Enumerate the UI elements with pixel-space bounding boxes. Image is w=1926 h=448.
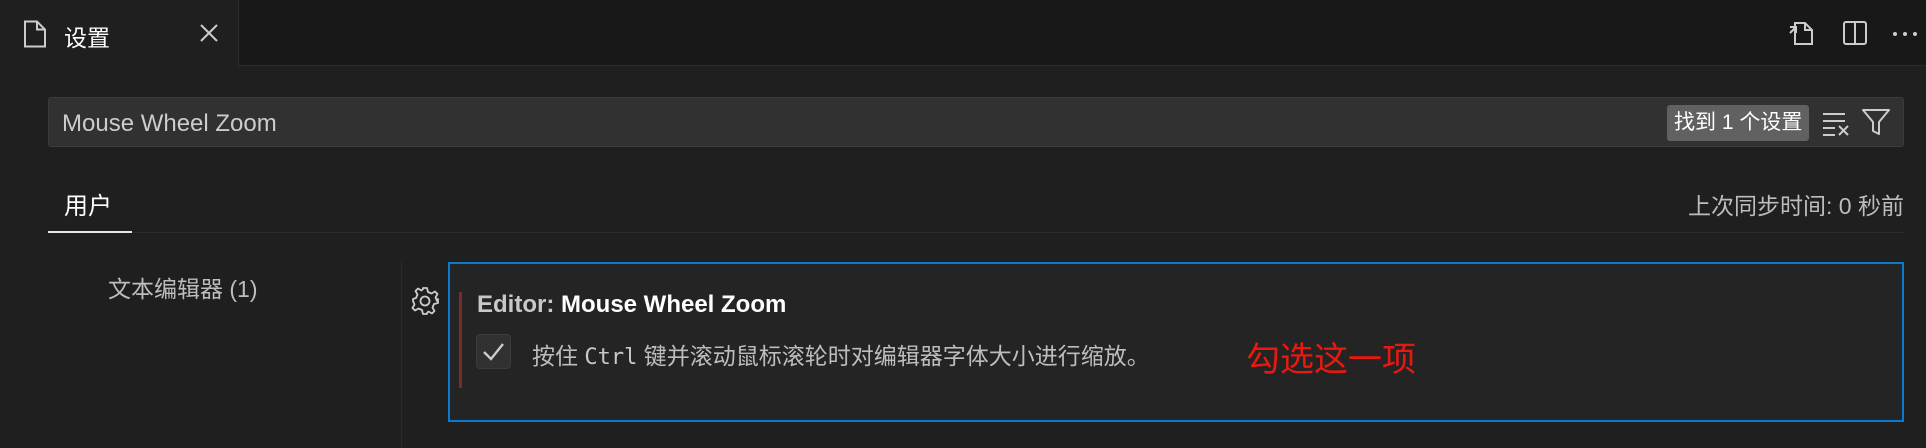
sync-status: 上次同步时间: 0 秒前 [1688, 193, 1904, 219]
file-icon [22, 20, 48, 48]
more-actions-icon[interactable] [1890, 17, 1922, 49]
modified-indicator [459, 292, 462, 388]
tab-title: 设置 [64, 25, 110, 51]
gear-icon[interactable] [410, 286, 440, 316]
editor-tab-bar: 设置 [0, 0, 1926, 67]
setting-title: Editor: Mouse Wheel Zoom [477, 291, 786, 319]
setting-category: Editor: [477, 291, 561, 318]
toc-divider [401, 262, 402, 448]
settings-tab[interactable]: 设置 [0, 0, 239, 67]
close-icon[interactable] [198, 22, 220, 44]
clear-search-icon[interactable] [1821, 109, 1851, 137]
search-query[interactable]: Mouse Wheel Zoom [62, 110, 277, 138]
desc-prefix: 按住 [532, 343, 585, 369]
open-settings-json-icon[interactable] [1786, 17, 1818, 49]
setting-name: Mouse Wheel Zoom [561, 291, 787, 318]
filter-icon[interactable] [1861, 107, 1891, 137]
mouse-wheel-zoom-checkbox[interactable] [476, 334, 511, 369]
desc-suffix: 键并滚动鼠标滚轮时对编辑器字体大小进行缩放。 [637, 343, 1150, 369]
result-count-badge: 找到 1 个设置 [1667, 105, 1810, 141]
settings-scope-bar: 用户 上次同步时间: 0 秒前 [48, 170, 1904, 233]
split-editor-icon[interactable] [1839, 17, 1871, 49]
toc-item-text-editor[interactable]: 文本编辑器 (1) [108, 270, 258, 304]
setting-item-mouse-wheel-zoom: Editor: Mouse Wheel Zoom 按住 Ctrl 键并滚动鼠标滚… [448, 262, 1904, 422]
desc-key: Ctrl [584, 345, 638, 370]
setting-description: 按住 Ctrl 键并滚动鼠标滚轮时对编辑器字体大小进行缩放。 [532, 337, 1150, 371]
tab-user-label: 用户 [64, 193, 112, 220]
checkmark-icon [483, 343, 504, 361]
settings-search-input[interactable]: Mouse Wheel Zoom 找到 1 个设置 [48, 97, 1904, 147]
annotation-text: 勾选这一项 [1246, 341, 1416, 379]
tab-user[interactable]: 用户 [48, 170, 132, 233]
